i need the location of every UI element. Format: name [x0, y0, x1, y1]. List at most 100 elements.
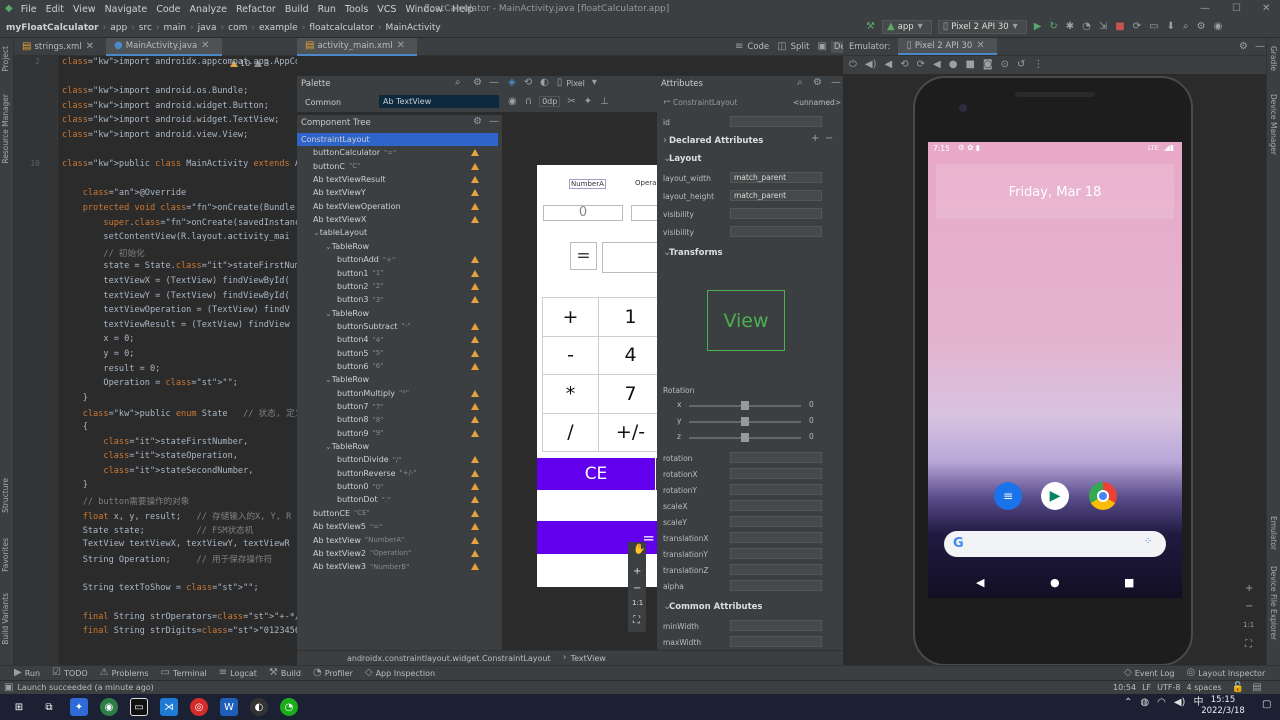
tab-emulator-device[interactable]: ▯ Pixel 2 API 30 ✕ — [898, 38, 997, 55]
tree-item[interactable]: ⌄ TableRow — [325, 373, 369, 386]
tree-item[interactable]: button5 "5" — [337, 347, 383, 360]
code-line[interactable]: // button需要操作的对象 — [62, 495, 190, 507]
tool-terminal[interactable]: ▭ Terminal — [161, 668, 219, 678]
close-tab-icon[interactable]: ✕ — [976, 40, 984, 51]
chrome-app-icon[interactable] — [1089, 482, 1117, 510]
breadcrumb-item[interactable]: java — [198, 23, 217, 33]
attr-translationy-field[interactable] — [730, 548, 822, 559]
menu-vcs[interactable]: VCS — [377, 4, 396, 15]
attr-id-field[interactable] — [730, 116, 822, 127]
tool-gradle[interactable]: Gradle — [1269, 46, 1278, 71]
breadcrumb-item[interactable]: MainActivity — [386, 23, 441, 33]
code-line[interactable]: class="it">stateSecondNumber, — [62, 466, 253, 476]
start-button-icon[interactable]: ⊞ — [10, 698, 28, 716]
warning-icon[interactable] — [471, 202, 479, 210]
tree-item[interactable]: buttonMultiply "*" — [337, 387, 409, 400]
warning-icon[interactable] — [471, 162, 479, 170]
warning-icon[interactable] — [471, 322, 479, 330]
common-attributes-header[interactable]: Common Attributes — [669, 602, 762, 612]
code-editor[interactable]: 2 10 10 3 class="kw">import androidx.appc… — [14, 56, 297, 665]
warning-icon[interactable] — [471, 216, 479, 224]
tool-structure[interactable]: Structure — [1, 478, 10, 513]
tree-item[interactable]: buttonCalculator "=" — [313, 146, 396, 159]
apply-changes-icon[interactable]: ↻ — [1049, 22, 1057, 32]
search-icon[interactable]: ⌕ — [797, 78, 803, 88]
code-line[interactable]: state = State.class="it">stateFirstNumbe… — [62, 261, 297, 271]
zoom-fit-icon[interactable]: ⛶ — [633, 616, 640, 626]
volume-down-icon[interactable]: ◀ — [885, 60, 893, 70]
attr-rotationx-field[interactable] — [730, 468, 822, 479]
breadcrumb-item[interactable]: app — [110, 23, 127, 33]
tree-item[interactable]: buttonCE "CE" — [313, 507, 370, 520]
tree-item[interactable]: button1 "1" — [337, 267, 383, 280]
warning-icon[interactable] — [471, 469, 479, 477]
attr-translationx-field[interactable] — [730, 532, 822, 543]
tree-item[interactable]: buttonDot "." — [337, 493, 390, 506]
code-line[interactable]: // 初始化 — [62, 247, 144, 259]
attr-maxwidth-field[interactable] — [730, 636, 822, 647]
tree-item[interactable]: Ab textView "NumberA" — [313, 534, 404, 547]
tree-item[interactable]: Ab textViewY — [313, 186, 366, 199]
code-line[interactable]: { — [62, 422, 88, 432]
overview-icon[interactable]: ■ — [965, 60, 974, 70]
tree-item[interactable]: ⌄ TableRow — [325, 307, 369, 320]
lock-icon[interactable]: 🔓 — [1232, 682, 1244, 693]
breadcrumb-textview[interactable]: TextView — [571, 654, 606, 663]
preview-number-a-label[interactable]: NumberA — [569, 179, 606, 189]
hide-panel-icon[interactable]: — — [489, 78, 499, 88]
warning-icon[interactable] — [471, 403, 479, 410]
chevron-down-icon[interactable]: ⌄ — [325, 375, 332, 384]
preview-calc-button[interactable]: / — [543, 413, 599, 452]
reset-icon[interactable]: ↺ — [1017, 60, 1025, 70]
tree-item[interactable]: buttonC "C" — [313, 160, 360, 173]
layout-preview[interactable]: NumberA Opera 0 = +1-4 * 7/+/- CE = — [537, 165, 657, 587]
attr-rotation-field[interactable] — [730, 452, 822, 463]
device-icon[interactable]: ▯ — [557, 78, 563, 88]
code-line[interactable]: textViewOperation = (TextView) findV — [62, 305, 289, 315]
tree-item[interactable]: buttonReverse "+/-" — [337, 467, 417, 480]
status-window-icon[interactable]: ▣ — [4, 682, 13, 693]
tool-problems[interactable]: ⚠ Problems — [100, 668, 161, 678]
code-line[interactable]: class="it">stateFirstNumber, — [62, 437, 248, 447]
menu-code[interactable]: Code — [156, 4, 180, 15]
rotate-right-icon[interactable]: ⟳ — [917, 60, 925, 70]
close-icon[interactable]: ✕ — [1262, 4, 1270, 14]
screenshot-icon[interactable]: ◙ — [983, 60, 993, 70]
memory-icon[interactable]: ▤ — [1252, 682, 1261, 693]
code-line[interactable]: Operation = class="st">""; — [62, 378, 238, 388]
word-taskbar-icon[interactable]: W — [220, 698, 238, 716]
code-line[interactable]: class="kw">import android.widget.TextVie… — [62, 115, 279, 125]
run-icon[interactable]: ▶ — [1034, 22, 1042, 32]
taskbar-clock[interactable]: 15:15 2022/3/18 — [1198, 695, 1248, 717]
device-screen[interactable]: 7:15 ⚙ ✿ ▮ LTE ◢▮ Friday, Mar 18 ≡ ▶ G ⁘… — [928, 142, 1182, 598]
tool-device-manager[interactable]: Device Manager — [1269, 94, 1278, 155]
tool-profiler[interactable]: ◔ Profiler — [313, 668, 365, 678]
attr-layout-height-field[interactable]: match_parent — [730, 190, 822, 201]
code-line[interactable]: TextView textViewX, textViewY, textViewR — [62, 539, 290, 549]
warning-icon[interactable] — [471, 456, 479, 464]
warning-icon[interactable] — [471, 149, 479, 157]
code-line[interactable]: class="kw">import androidx.appcompat.app… — [62, 57, 297, 67]
view-mode-code[interactable]: Code — [747, 42, 769, 52]
code-line[interactable]: textViewResult = (TextView) findView — [62, 320, 289, 330]
code-line[interactable]: } — [62, 393, 88, 403]
tree-item[interactable]: Ab textView3 "NumberB" — [313, 560, 409, 573]
gear-icon[interactable]: ⚙ — [1197, 22, 1206, 32]
menu-refactor[interactable]: Refactor — [236, 4, 276, 15]
preview-calc-button[interactable]: + — [543, 298, 599, 337]
attr-scaley-field[interactable] — [730, 516, 822, 527]
breadcrumb-item[interactable]: example — [259, 23, 298, 33]
play-store-app-icon[interactable]: ▶ — [1041, 482, 1069, 510]
attr-translationz-field[interactable] — [730, 564, 822, 575]
slider-thumb[interactable] — [741, 433, 749, 442]
zoom-fit-icon[interactable]: ⛶ — [1245, 640, 1252, 650]
zoom-actual-icon[interactable]: 1:1 — [1243, 622, 1254, 629]
warning-icon[interactable] — [471, 296, 479, 304]
zoom-out-icon[interactable]: − — [1245, 602, 1253, 612]
preview-calc-button[interactable]: 7 — [599, 375, 657, 414]
code-line[interactable]: class="kw">public class MainActivity ext… — [62, 159, 297, 169]
close-tab-icon[interactable]: ✕ — [86, 41, 94, 52]
snapshot-icon[interactable]: ⊙ — [1001, 60, 1009, 70]
code-line[interactable]: class="kw">import android.widget.Button; — [62, 101, 269, 111]
tool-build[interactable]: ⚒ Build — [269, 668, 313, 678]
